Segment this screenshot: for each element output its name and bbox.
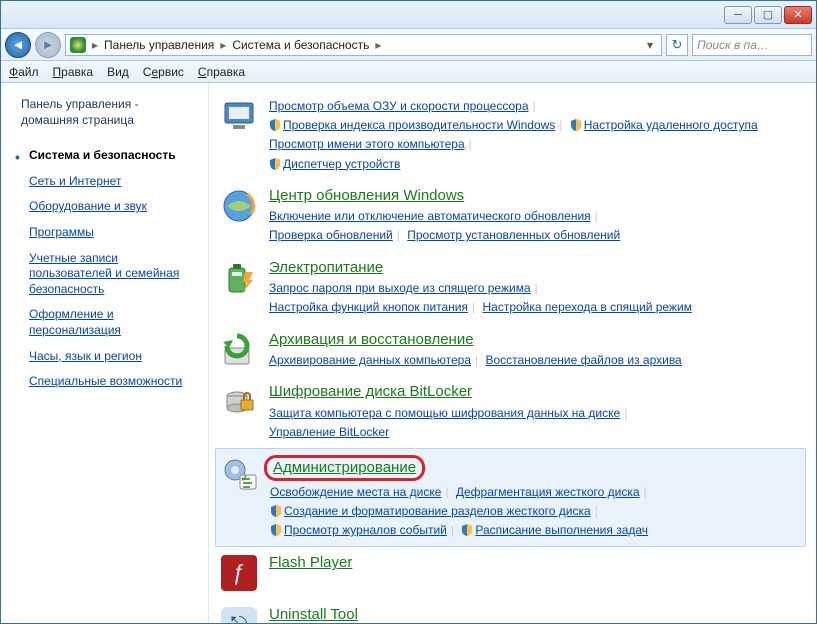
minimize-button[interactable]: ─ <box>724 6 752 24</box>
control-panel-icon <box>70 37 86 53</box>
refresh-button[interactable]: ↻ <box>666 34 688 56</box>
titlebar: ─ ▢ ✕ <box>1 1 816 29</box>
windows-update-icon <box>219 186 259 226</box>
sublink-event-log[interactable]: Просмотр журналов событий <box>284 523 447 537</box>
category-admin-tools: Администрирование Освобождение места на … <box>215 448 806 547</box>
category-title-windows-update[interactable]: Центр обновления Windows <box>269 186 464 206</box>
sidebar-item-accessibility[interactable]: Специальные возможности <box>1 370 208 394</box>
breadcrumb[interactable]: ▸ Панель управления ▸ Система и безопасн… <box>65 34 662 56</box>
sublink-perf-index[interactable]: Проверка индекса производительности Wind… <box>283 118 555 132</box>
category-flash: ƒ Flash Player <box>215 547 806 599</box>
flash-player-icon: ƒ <box>219 553 259 593</box>
sublink-view-installed[interactable]: Просмотр установленных обновлений <box>407 228 620 242</box>
category-title-uninstall[interactable]: Uninstall Tool <box>269 605 358 623</box>
sublink-sleep[interactable]: Настройка перехода в спящий режим <box>482 300 691 314</box>
sublink-remote[interactable]: Настройка удаленного доступа <box>584 118 758 132</box>
sublink-backup-data[interactable]: Архивирование данных компьютера <box>269 353 471 367</box>
admin-tools-icon <box>220 455 260 495</box>
category-title-power[interactable]: Электропитание <box>269 258 383 278</box>
sublink-scheduler[interactable]: Расписание выполнения задач <box>475 523 648 537</box>
back-button[interactable]: ◄ <box>5 32 31 58</box>
shield-icon <box>270 504 284 518</box>
sublink-power-buttons[interactable]: Настройка функций кнопок питания <box>269 300 468 314</box>
main-content: Просмотр объема ОЗУ и скорости процессор… <box>209 83 816 623</box>
sublink-bitlocker-manage[interactable]: Управление BitLocker <box>269 425 389 439</box>
sidebar-item-clock[interactable]: Часы, язык и регион <box>1 345 208 369</box>
breadcrumb-dropdown-icon[interactable]: ▾ <box>643 38 657 52</box>
sidebar-item-system-security[interactable]: Система и безопасность <box>1 144 208 168</box>
category-title-backup[interactable]: Архивация и восстановление <box>269 330 474 350</box>
sublink-disk-cleanup[interactable]: Освобождение места на диске <box>270 485 441 499</box>
sidebar-item-appearance[interactable]: Оформление и персонализация <box>1 303 208 342</box>
sublink-computer-name[interactable]: Просмотр имени этого компьютера <box>269 137 465 151</box>
category-uninstall-tool: ⎋ Uninstall Tool <box>215 599 806 623</box>
shield-icon <box>461 523 475 537</box>
chevron-icon: ▸ <box>216 38 230 52</box>
shield-icon <box>269 157 283 171</box>
sidebar-home[interactable]: Панель управления - домашняя страница <box>1 93 208 132</box>
sublink-check-updates[interactable]: Проверка обновлений <box>269 228 393 242</box>
bitlocker-icon <box>219 382 259 422</box>
sidebar-item-users[interactable]: Учетные записи пользователей и семейная … <box>1 247 208 302</box>
sublink-partitions[interactable]: Создание и форматирование разделов жестк… <box>284 504 591 518</box>
close-button[interactable]: ✕ <box>784 6 812 24</box>
menu-help[interactable]: Справка <box>198 65 245 79</box>
shield-icon <box>570 118 584 132</box>
sidebar-item-hardware[interactable]: Оборудование и звук <box>1 195 208 219</box>
sublink-ram[interactable]: Просмотр объема ОЗУ и скорости процессор… <box>269 99 529 113</box>
system-icon <box>219 95 259 135</box>
menu-tools[interactable]: Сервис <box>143 65 184 79</box>
category-system-partial: Просмотр объема ОЗУ и скорости процессор… <box>215 89 806 180</box>
backup-icon <box>219 330 259 370</box>
category-backup: Архивация и восстановление Архивирование… <box>215 324 806 377</box>
sublink-auto-update[interactable]: Включение или отключение автоматического… <box>269 209 591 223</box>
search-input[interactable]: Поиск в па… <box>692 34 812 56</box>
shield-icon <box>269 118 283 132</box>
breadcrumb-item[interactable]: Система и безопасность <box>232 38 369 52</box>
chevron-icon: ▸ <box>371 38 385 52</box>
category-title-bitlocker[interactable]: Шифрование диска BitLocker <box>269 382 472 402</box>
sublink-device-mgr[interactable]: Диспетчер устройств <box>283 157 400 171</box>
category-bitlocker: Шифрование диска BitLocker Защита компью… <box>215 376 806 448</box>
menu-bar: Файл Правка Вид Сервис Справка <box>1 61 816 83</box>
category-title-flash[interactable]: Flash Player <box>269 553 352 573</box>
shield-icon <box>270 523 284 537</box>
maximize-button[interactable]: ▢ <box>754 6 782 24</box>
search-placeholder: Поиск в па… <box>697 38 769 52</box>
sublink-wake-password[interactable]: Запрос пароля при выходе из спящего режи… <box>269 281 531 295</box>
menu-view[interactable]: Вид <box>107 65 129 79</box>
menu-edit[interactable]: Правка <box>53 65 94 79</box>
battery-icon <box>219 258 259 298</box>
forward-button[interactable]: ► <box>35 32 61 58</box>
breadcrumb-item[interactable]: Панель управления <box>104 38 214 52</box>
category-windows-update: Центр обновления Windows Включение или о… <box>215 180 806 252</box>
sublink-restore-files[interactable]: Восстановление файлов из архива <box>485 353 681 367</box>
uninstall-tool-icon: ⎋ <box>219 605 259 623</box>
menu-file[interactable]: Файл <box>9 65 39 79</box>
category-title-admin-tools[interactable]: Администрирование <box>264 455 425 481</box>
sidebar-item-network[interactable]: Сеть и Интернет <box>1 170 208 194</box>
sidebar: Панель управления - домашняя страница Си… <box>1 83 209 623</box>
sublink-bitlocker-protect[interactable]: Защита компьютера с помощью шифрования д… <box>269 406 620 420</box>
sublink-defrag[interactable]: Дефрагментация жесткого диска <box>456 485 640 499</box>
category-power: Электропитание Запрос пароля при выходе … <box>215 252 806 324</box>
address-bar: ◄ ► ▸ Панель управления ▸ Система и безо… <box>1 29 816 61</box>
sidebar-item-programs[interactable]: Программы <box>1 221 208 245</box>
chevron-icon: ▸ <box>88 38 102 52</box>
